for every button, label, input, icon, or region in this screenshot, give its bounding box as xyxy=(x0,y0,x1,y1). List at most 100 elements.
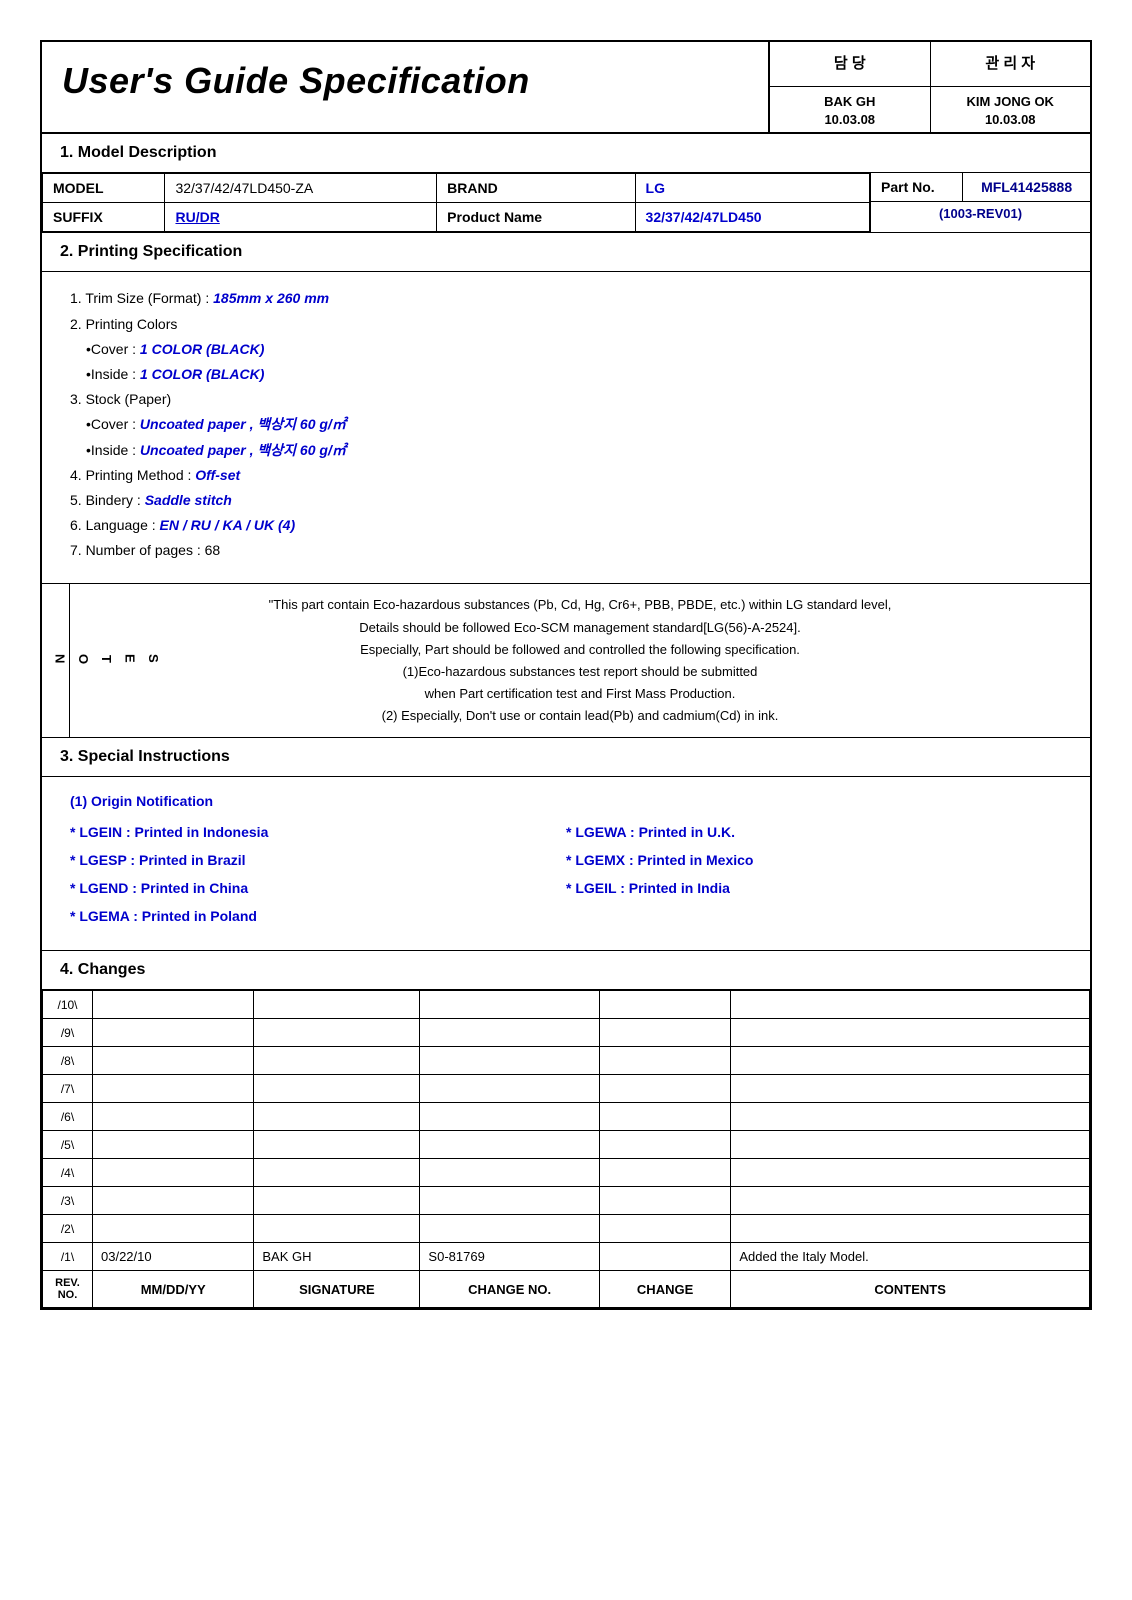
row-contents xyxy=(731,1075,1090,1103)
part-no-label: Part No. xyxy=(871,173,963,201)
origin-item: * LGESP : Printed in Brazil xyxy=(70,846,566,874)
rev-cell: /3\ xyxy=(43,1187,93,1215)
part-no-row: Part No. MFL41425888 xyxy=(871,173,1090,202)
header-name-1: BAK GH 10.03.08 xyxy=(770,87,930,132)
table-row: /2\ xyxy=(43,1215,1090,1243)
product-name-value: 32/37/42/47LD450 xyxy=(635,203,869,232)
header-name-2: KIM JONG OK 10.03.08 xyxy=(930,87,1091,132)
section2-item: •Inside : Uncoated paper , 백상지 60 g/㎡ xyxy=(86,438,1062,463)
row-change_no xyxy=(420,1159,599,1187)
row-contents: Added the Italy Model. xyxy=(731,1243,1090,1271)
suffix-label: SUFFIX xyxy=(43,203,165,232)
footer-change: CHANGE xyxy=(599,1271,731,1308)
header-label-gwanrija: 관 리 자 xyxy=(930,42,1091,86)
origin-cols: * LGEIN : Printed in Indonesia* LGESP : … xyxy=(70,818,1062,930)
row-change_no xyxy=(420,1215,599,1243)
header-top-right: 담 당 관 리 자 xyxy=(770,42,1090,87)
table-row-suffix: SUFFIX RU/DR Product Name 32/37/42/47LD4… xyxy=(43,203,870,232)
origin-col-1: * LGEIN : Printed in Indonesia* LGESP : … xyxy=(70,818,566,930)
origin-item: * LGEND : Printed in China xyxy=(70,874,566,902)
changes-footer: REV. NO. MM/DD/YY SIGNATURE CHANGE NO. C… xyxy=(43,1271,1090,1308)
brand-label: BRAND xyxy=(437,174,635,203)
model-value: 32/37/42/47LD450-ZA xyxy=(165,174,437,203)
row-change xyxy=(599,1131,731,1159)
rev-cell: /5\ xyxy=(43,1131,93,1159)
footer-date: MM/DD/YY xyxy=(93,1271,254,1308)
section2-item: •Inside : 1 COLOR (BLACK) xyxy=(86,362,1062,387)
section2-item: 5. Bindery : Saddle stitch xyxy=(70,488,1062,513)
header-bottom-right: BAK GH 10.03.08 KIM JONG OK 10.03.08 xyxy=(770,87,1090,132)
section1-bar: 1. Model Description xyxy=(42,134,1090,173)
footer-row: REV. NO. MM/DD/YY SIGNATURE CHANGE NO. C… xyxy=(43,1271,1090,1308)
product-name-label: Product Name xyxy=(437,203,635,232)
row-signature: BAK GH xyxy=(254,1243,420,1271)
row-contents xyxy=(731,1047,1090,1075)
row-change_no xyxy=(420,1103,599,1131)
changes-tbody: /10\/9\/8\/7\/6\/5\/4\/3\/2\/1\03/22/10B… xyxy=(43,991,1090,1271)
part-no-value: MFL41425888 xyxy=(963,173,1090,201)
row-contents xyxy=(731,1131,1090,1159)
origin-item: * LGEIN : Printed in Indonesia xyxy=(70,818,566,846)
brand-value: LG xyxy=(635,174,869,203)
row-change xyxy=(599,1075,731,1103)
row-date xyxy=(93,1075,254,1103)
row-date xyxy=(93,1103,254,1131)
row-date xyxy=(93,1215,254,1243)
section2-bar: 2. Printing Specification xyxy=(42,233,1090,272)
row-signature xyxy=(254,1159,420,1187)
row-contents xyxy=(731,991,1090,1019)
row-contents xyxy=(731,1019,1090,1047)
notes-content: "This part contain Eco-hazardous substan… xyxy=(70,584,1090,737)
section2-item: 3. Stock (Paper) xyxy=(70,387,1062,412)
header-label-dang: 담 당 xyxy=(770,42,930,86)
section1-label: 1. Model Description xyxy=(60,144,216,161)
section4-label: 4. Changes xyxy=(60,961,145,978)
section2-item: 1. Trim Size (Format) : 185mm x 260 mm xyxy=(70,286,1062,311)
table-row: /7\ xyxy=(43,1075,1090,1103)
section2-item: 6. Language : EN / RU / KA / UK (4) xyxy=(70,513,1062,538)
row-change_no xyxy=(420,1187,599,1215)
row-date xyxy=(93,1047,254,1075)
rev-cell: /6\ xyxy=(43,1103,93,1131)
notes-line: (2) Especially, Don't use or contain lea… xyxy=(84,705,1076,727)
rev-cell: /2\ xyxy=(43,1215,93,1243)
row-signature xyxy=(254,1187,420,1215)
table-row: /10\ xyxy=(43,991,1090,1019)
origin-item: * LGEMA : Printed in Poland xyxy=(70,902,566,930)
section2-item: •Cover : Uncoated paper , 백상지 60 g/㎡ xyxy=(86,412,1062,437)
header-row: User's Guide Specification 담 당 관 리 자 BAK… xyxy=(42,42,1090,134)
section2-label: 2. Printing Specification xyxy=(60,243,242,260)
row-change_no xyxy=(420,1131,599,1159)
table-row: /3\ xyxy=(43,1187,1090,1215)
header-right: 담 당 관 리 자 BAK GH 10.03.08 KIM JONG OK 10… xyxy=(770,42,1090,132)
table-row: /5\ xyxy=(43,1131,1090,1159)
table-row: /4\ xyxy=(43,1159,1090,1187)
origin-item: * LGEMX : Printed in Mexico xyxy=(566,846,1062,874)
footer-contents: CONTENTS xyxy=(731,1271,1090,1308)
rev-cell: /9\ xyxy=(43,1019,93,1047)
row-date xyxy=(93,991,254,1019)
section3-label: 3. Special Instructions xyxy=(60,748,230,765)
row-change xyxy=(599,1215,731,1243)
row-change xyxy=(599,1159,731,1187)
row-change_no xyxy=(420,1047,599,1075)
suffix-value: RU/DR xyxy=(165,203,437,232)
section2-item: 7. Number of pages : 68 xyxy=(70,538,1062,563)
row-signature xyxy=(254,1215,420,1243)
rev-cell: /7\ xyxy=(43,1075,93,1103)
rev-cell: /8\ xyxy=(43,1047,93,1075)
table-row: /9\ xyxy=(43,1019,1090,1047)
model-table-wrapper: MODEL 32/37/42/47LD450-ZA BRAND LG SUFFI… xyxy=(42,173,1090,233)
origin-item: * LGEWA : Printed in U.K. xyxy=(566,818,1062,846)
part-info: Part No. MFL41425888 (1003-REV01) xyxy=(870,173,1090,232)
row-change_no xyxy=(420,1075,599,1103)
row-signature xyxy=(254,1047,420,1075)
model-table: MODEL 32/37/42/47LD450-ZA BRAND LG SUFFI… xyxy=(42,173,870,232)
footer-signature: SIGNATURE xyxy=(254,1271,420,1308)
title-cell: User's Guide Specification xyxy=(42,42,770,132)
row-contents xyxy=(731,1187,1090,1215)
row-change xyxy=(599,991,731,1019)
row-date xyxy=(93,1159,254,1187)
table-row: /6\ xyxy=(43,1103,1090,1131)
section4-bar: 4. Changes xyxy=(42,951,1090,990)
